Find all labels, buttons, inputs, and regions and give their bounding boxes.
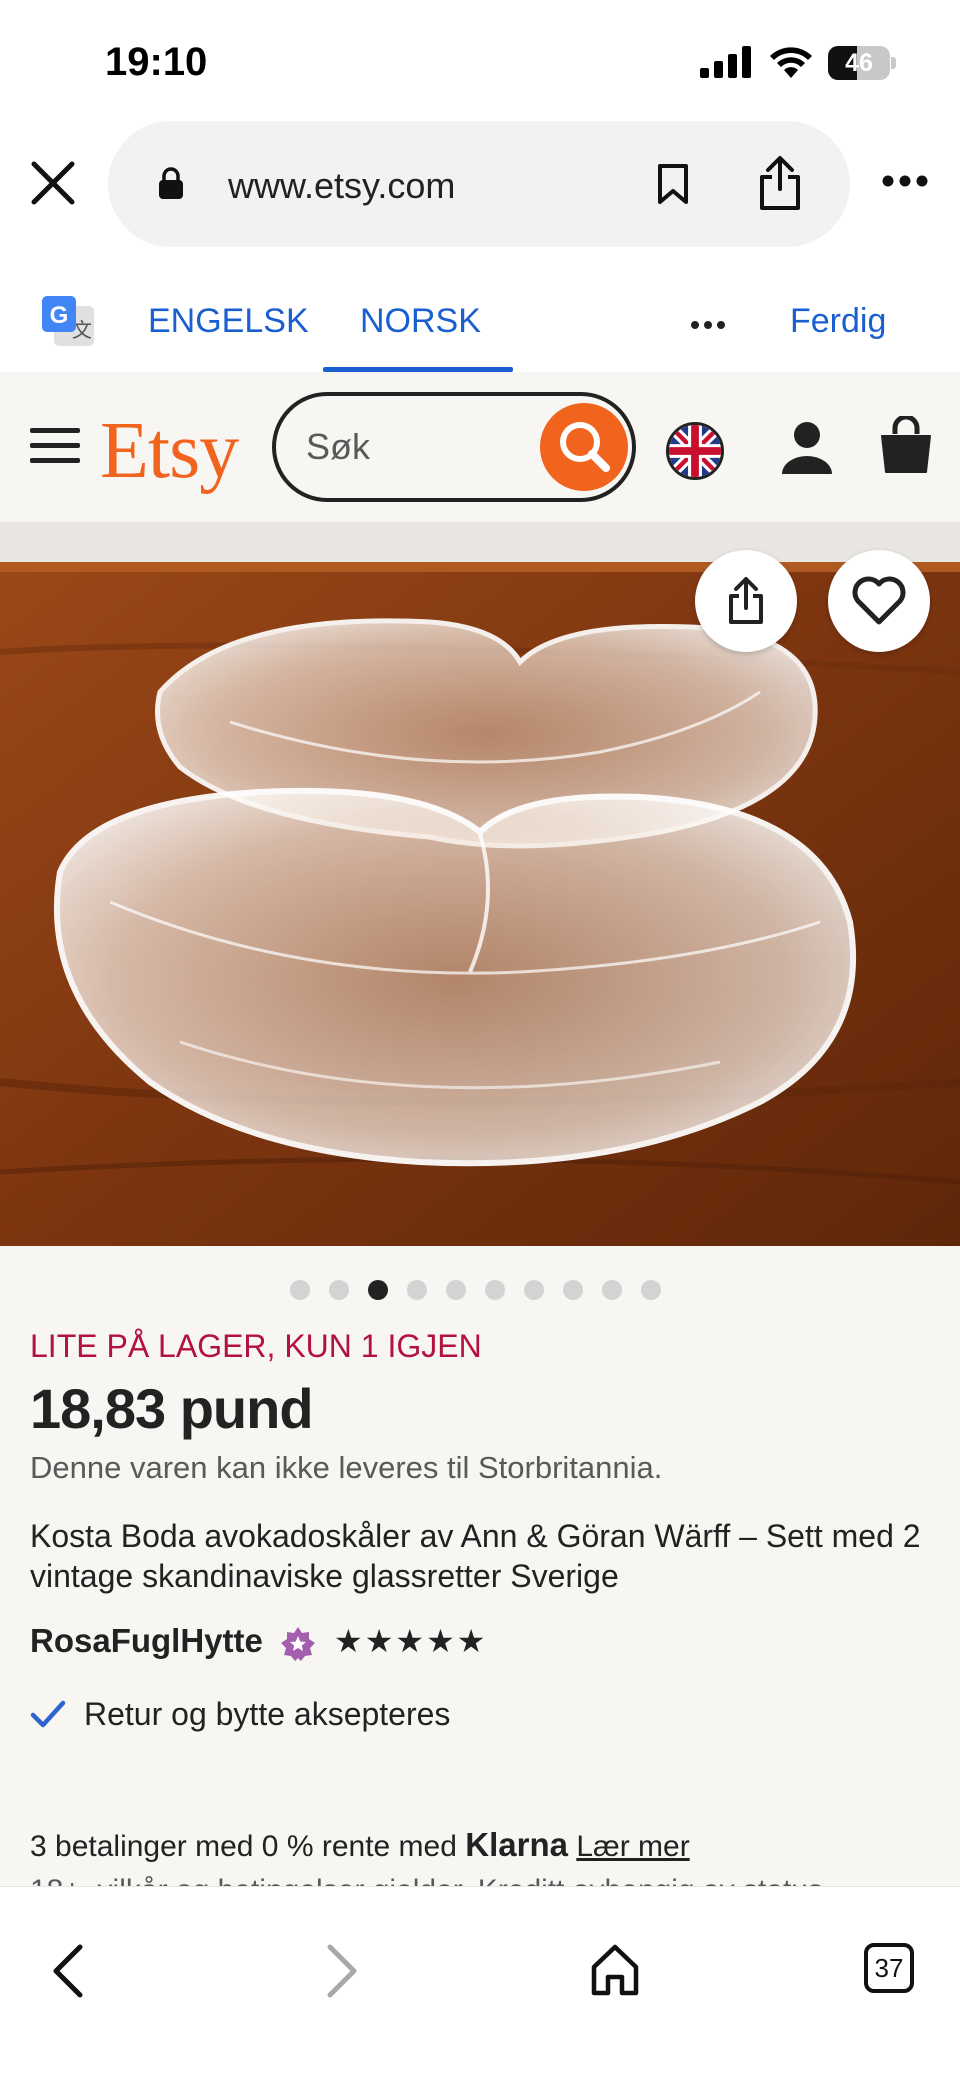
battery-icon: 46 [828,46,896,80]
klarna-info: 3 betalinger med 0 % rente med Klarna Læ… [30,1826,690,1864]
carousel-dot[interactable] [602,1280,622,1300]
carousel-dot[interactable] [446,1280,466,1300]
menu-icon[interactable] [30,426,80,466]
product-image[interactable] [0,522,960,1246]
done-button[interactable]: Ferdig [790,302,886,341]
carousel-dot[interactable] [641,1280,661,1300]
battery-percent: 46 [845,49,873,77]
carousel-dot[interactable] [368,1280,388,1300]
klarna-brand: Klarna [465,1826,568,1863]
star-seller-badge-icon [281,1627,315,1661]
klarna-prefix: 3 betalinger med 0 % rente med [30,1830,457,1863]
carousel-dot[interactable] [329,1280,349,1300]
etsy-header: Etsy [0,372,960,522]
stock-notice: LITE PÅ LAGER, KUN 1 IGJEN [30,1328,482,1364]
wifi-icon [770,47,812,78]
translate-more-icon[interactable] [690,320,726,330]
shopping-bag-icon[interactable] [880,416,932,474]
checkmark-icon [30,1700,66,1728]
carousel-dot[interactable] [290,1280,310,1300]
svg-text:G: G [50,302,69,329]
google-translate-icon: 文 G [42,296,94,346]
user-icon[interactable] [780,420,834,474]
favorite-button[interactable] [828,550,930,652]
uk-flag-icon[interactable] [666,422,724,480]
carousel-dot[interactable] [485,1280,505,1300]
search-box [272,392,636,502]
klarna-fine-print: 18+, vilkår og betingelser gjelder. Kred… [30,1874,831,1886]
klarna-learn-more-link[interactable]: Lær mer [576,1830,689,1863]
etsy-logo[interactable]: Etsy [100,406,239,497]
url-text[interactable]: www.etsy.com [228,165,455,207]
share-icon [729,577,763,624]
search-icon [560,422,610,472]
address-bar[interactable]: www.etsy.com [108,121,850,247]
product-details: LITE PÅ LAGER, KUN 1 IGJEN 18,83 pund De… [0,1246,960,1886]
status-bar: 19:10 46 [0,0,960,120]
translate-bar: 文 G ENGELSK NORSK Ferdig [0,250,960,372]
product-title: Kosta Boda avokadoskåler av Ann & Göran … [30,1518,921,1594]
search-button[interactable] [540,403,628,491]
carousel-dots[interactable] [290,1280,661,1300]
bookmark-icon[interactable] [656,163,690,205]
product-price: 18,83 pund [30,1377,314,1440]
back-icon[interactable] [48,1943,88,1999]
search-input[interactable] [306,420,526,474]
delivery-notice: Denne varen kan ikke leveres til Storbri… [30,1450,663,1485]
browser-bar: www.etsy.com [0,120,960,250]
carousel-dot[interactable] [524,1280,544,1300]
tabs-button[interactable]: 37 [864,1943,914,1993]
tab-norwegian[interactable]: NORSK [360,302,481,341]
rating-stars[interactable]: ★★★★★ [334,1622,487,1660]
returns-text: Retur og bytte aksepteres [84,1696,451,1732]
forward-icon[interactable] [322,1943,362,1999]
shop-name-link[interactable]: RosaFuglHytte [30,1622,263,1660]
cellular-signal-icon [700,46,751,78]
status-time: 19:10 [105,40,208,84]
tab-english[interactable]: ENGELSK [148,302,309,341]
heart-icon [852,576,906,625]
browser-toolbar: 37 [0,1886,960,2078]
home-icon[interactable] [590,1943,640,1997]
share-product-button[interactable] [695,550,797,652]
share-icon[interactable] [758,155,802,211]
lock-icon [159,167,183,199]
more-options-icon[interactable] [882,174,928,188]
carousel-dot[interactable] [563,1280,583,1300]
carousel-dot[interactable] [407,1280,427,1300]
close-icon[interactable] [30,160,76,206]
